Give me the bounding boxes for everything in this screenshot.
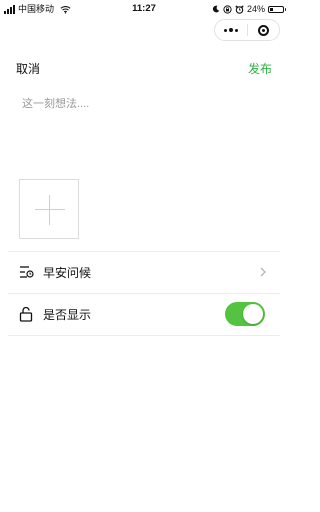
- list-item-visibility: 是否显示: [8, 294, 280, 334]
- moon-icon: [212, 5, 220, 13]
- battery-level: [270, 7, 273, 11]
- menu-capsule: [214, 19, 280, 41]
- list-item-greeting[interactable]: 早安问候: [8, 252, 280, 292]
- publish-button[interactable]: 发布: [248, 60, 272, 77]
- thought-input[interactable]: [22, 95, 266, 155]
- unlock-icon: [18, 306, 34, 322]
- status-bar: 中国移动 11:27 24%: [0, 0, 288, 18]
- visibility-toggle[interactable]: [225, 302, 265, 326]
- divider: [8, 335, 280, 336]
- battery-icon: [268, 5, 286, 13]
- toggle-knob: [243, 304, 263, 324]
- lock-rotation-icon: [223, 4, 232, 14]
- greeting-list-icon: [18, 264, 34, 280]
- status-bar-right: 24%: [212, 0, 286, 18]
- cancel-button[interactable]: 取消: [16, 60, 40, 77]
- chevron-right-icon: [260, 267, 266, 277]
- more-dots-icon[interactable]: [215, 20, 247, 40]
- greeting-label: 早安问候: [43, 265, 92, 280]
- battery-percent: 24%: [246, 4, 265, 14]
- close-circle-icon[interactable]: [248, 20, 280, 40]
- visibility-label: 是否显示: [43, 307, 92, 322]
- alarm-icon: [235, 5, 244, 14]
- add-image-button[interactable]: [19, 179, 79, 239]
